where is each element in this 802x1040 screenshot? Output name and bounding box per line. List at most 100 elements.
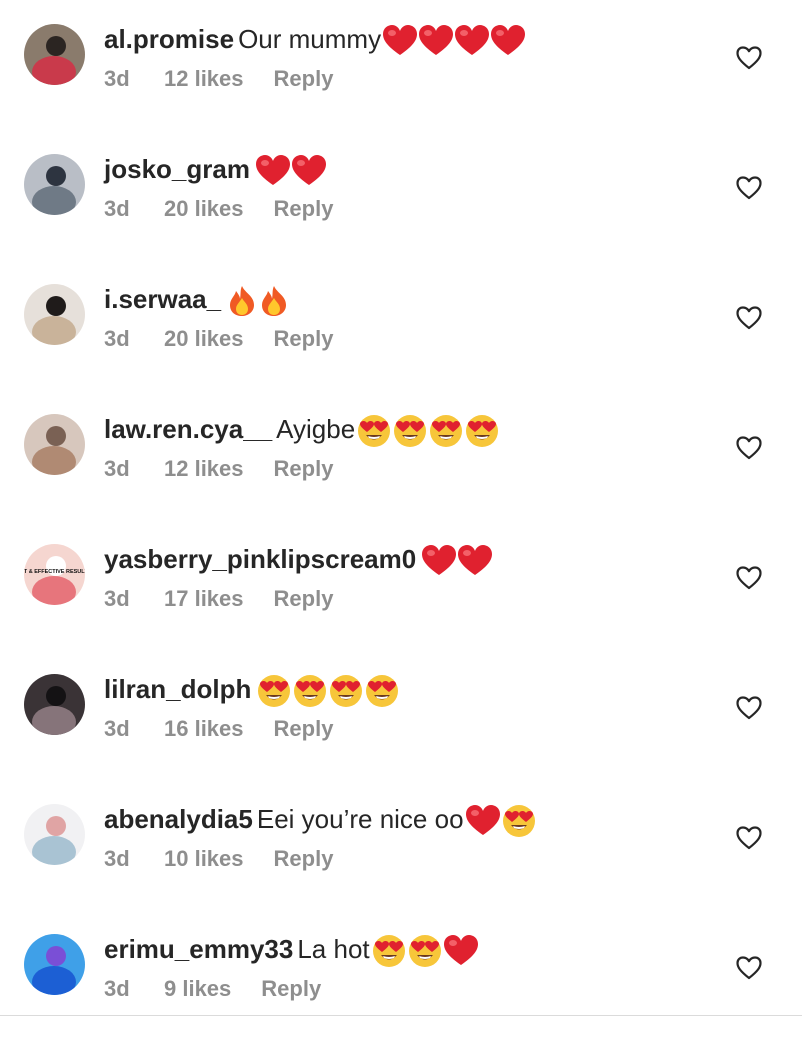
red-heart-emoji-icon xyxy=(291,155,326,187)
username[interactable]: josko_gram xyxy=(104,154,250,184)
heart-outline-icon[interactable] xyxy=(736,566,762,592)
avatar[interactable] xyxy=(24,284,85,345)
red-heart-emoji-icon xyxy=(422,545,457,577)
timestamp[interactable]: 3d xyxy=(104,66,164,92)
comment-line: abenalydia5 Eei you’re nice oo xyxy=(104,800,704,838)
heart-outline-icon[interactable] xyxy=(736,696,762,722)
likes-count[interactable]: 20 likes xyxy=(164,196,244,222)
avatar[interactable] xyxy=(24,674,85,735)
heart-eyes-emoji-icon xyxy=(293,674,327,708)
heart-outline-icon[interactable] xyxy=(736,826,762,852)
likes-count[interactable]: 12 likes xyxy=(164,66,244,92)
comment-body: law.ren.cya__ Ayigbe 3d 12 likes Reply xyxy=(104,410,704,482)
emoji-group xyxy=(355,414,499,448)
likes-count[interactable]: 10 likes xyxy=(164,846,244,872)
svg-text:FAST & EFFECTIVE RESULTS!!: FAST & EFFECTIVE RESULTS!! xyxy=(24,569,85,575)
reply-button[interactable]: Reply xyxy=(274,846,334,872)
heart-outline-icon[interactable] xyxy=(736,306,762,332)
emoji-group xyxy=(225,284,289,317)
likes-count[interactable]: 12 likes xyxy=(164,456,244,482)
timestamp[interactable]: 3d xyxy=(104,326,164,352)
heart-eyes-emoji-icon xyxy=(429,414,463,448)
timestamp[interactable]: 3d xyxy=(104,976,164,1002)
reply-button[interactable]: Reply xyxy=(274,456,334,482)
emoji-group xyxy=(381,24,526,57)
likes-count[interactable]: 20 likes xyxy=(164,326,244,352)
comment-body: al.promise Our mummy 3d 12 likes Reply xyxy=(104,20,704,92)
heart-outline-icon[interactable] xyxy=(736,436,762,462)
likes-count[interactable]: 17 likes xyxy=(164,586,244,612)
username[interactable]: al.promise xyxy=(104,24,234,54)
avatar[interactable] xyxy=(24,414,85,475)
reply-button[interactable]: Reply xyxy=(274,716,334,742)
heart-outline-icon[interactable] xyxy=(736,176,762,202)
red-heart-emoji-icon xyxy=(383,25,418,57)
username[interactable]: erimu_emmy33 xyxy=(104,934,293,964)
comment-meta: 3d 20 likes Reply xyxy=(104,196,704,222)
avatar[interactable]: FAST & EFFECTIVE RESULTS!! xyxy=(24,544,85,605)
heart-eyes-emoji-icon xyxy=(329,674,363,708)
fire-emoji-icon xyxy=(227,285,257,317)
username[interactable]: yasberry_pinklipscream0 xyxy=(104,544,416,574)
red-heart-emoji-icon xyxy=(455,25,490,57)
reply-button[interactable]: Reply xyxy=(274,586,334,612)
heart-eyes-emoji-icon xyxy=(408,934,442,968)
emoji-group xyxy=(464,804,536,838)
comment-text: Our mummy xyxy=(238,24,382,54)
reply-button[interactable]: Reply xyxy=(274,326,334,352)
red-heart-emoji-icon xyxy=(443,935,478,967)
reply-button[interactable]: Reply xyxy=(274,196,334,222)
avatar[interactable] xyxy=(24,154,85,215)
avatar[interactable] xyxy=(24,804,85,865)
heart-outline-icon[interactable] xyxy=(736,46,762,72)
comment-meta: 3d 17 likes Reply xyxy=(104,586,704,612)
fire-emoji-icon xyxy=(259,285,289,317)
timestamp[interactable]: 3d xyxy=(104,196,164,222)
comment-meta: 3d 12 likes Reply xyxy=(104,456,704,482)
reply-button[interactable]: Reply xyxy=(274,66,334,92)
comment-body: abenalydia5 Eei you’re nice oo 3d 10 likes R… xyxy=(104,800,704,872)
heart-eyes-emoji-icon xyxy=(257,674,291,708)
timestamp[interactable]: 3d xyxy=(104,456,164,482)
red-heart-emoji-icon xyxy=(458,545,493,577)
heart-outline-icon[interactable] xyxy=(736,956,762,982)
reply-button[interactable]: Reply xyxy=(261,976,321,1002)
username[interactable]: lilran_dolph xyxy=(104,674,251,704)
comment-text: Ayigbe xyxy=(276,414,356,444)
comment-item: i.serwaa_ 3d 20 likes Reply xyxy=(0,260,802,390)
comment-line: al.promise Our mummy xyxy=(104,20,704,58)
comment-line: i.serwaa_ xyxy=(104,280,704,318)
heart-eyes-emoji-icon xyxy=(393,414,427,448)
comment-item: erimu_emmy33 La hot 3d 9 likes Reply xyxy=(0,910,802,1040)
heart-eyes-emoji-icon xyxy=(502,804,536,838)
comment-body: josko_gram 3d 20 likes Reply xyxy=(104,150,704,222)
comment-text: La hot xyxy=(297,934,370,964)
timestamp[interactable]: 3d xyxy=(104,586,164,612)
divider xyxy=(0,1015,802,1016)
timestamp[interactable]: 3d xyxy=(104,846,164,872)
avatar[interactable] xyxy=(24,934,85,995)
comment-meta: 3d 12 likes Reply xyxy=(104,66,704,92)
username[interactable]: abenalydia5 xyxy=(104,804,253,834)
emoji-group xyxy=(255,674,399,708)
username[interactable]: law.ren.cya__ xyxy=(104,414,272,444)
comment-item: al.promise Our mummy 3d 12 likes Reply xyxy=(0,0,802,130)
comment-line: josko_gram xyxy=(104,150,704,188)
comment-line: yasberry_pinklipscream0 xyxy=(104,540,704,578)
emoji-group xyxy=(370,934,478,968)
comment-text: Eei you’re nice oo xyxy=(256,804,464,834)
red-heart-emoji-icon xyxy=(255,155,290,187)
heart-eyes-emoji-icon xyxy=(465,414,499,448)
heart-eyes-emoji-icon xyxy=(372,934,406,968)
comment-body: erimu_emmy33 La hot 3d 9 likes Reply xyxy=(104,930,704,1002)
username[interactable]: i.serwaa_ xyxy=(104,284,221,314)
likes-count[interactable]: 9 likes xyxy=(164,976,231,1002)
timestamp[interactable]: 3d xyxy=(104,716,164,742)
likes-count[interactable]: 16 likes xyxy=(164,716,244,742)
comment-item: law.ren.cya__ Ayigbe 3d 12 likes Reply xyxy=(0,390,802,520)
comment-meta: 3d 9 likes Reply xyxy=(104,976,704,1002)
avatar[interactable] xyxy=(24,24,85,85)
comment-item: lilran_dolph 3d 16 likes Reply xyxy=(0,650,802,780)
comment-meta: 3d 16 likes Reply xyxy=(104,716,704,742)
emoji-group xyxy=(420,544,493,577)
